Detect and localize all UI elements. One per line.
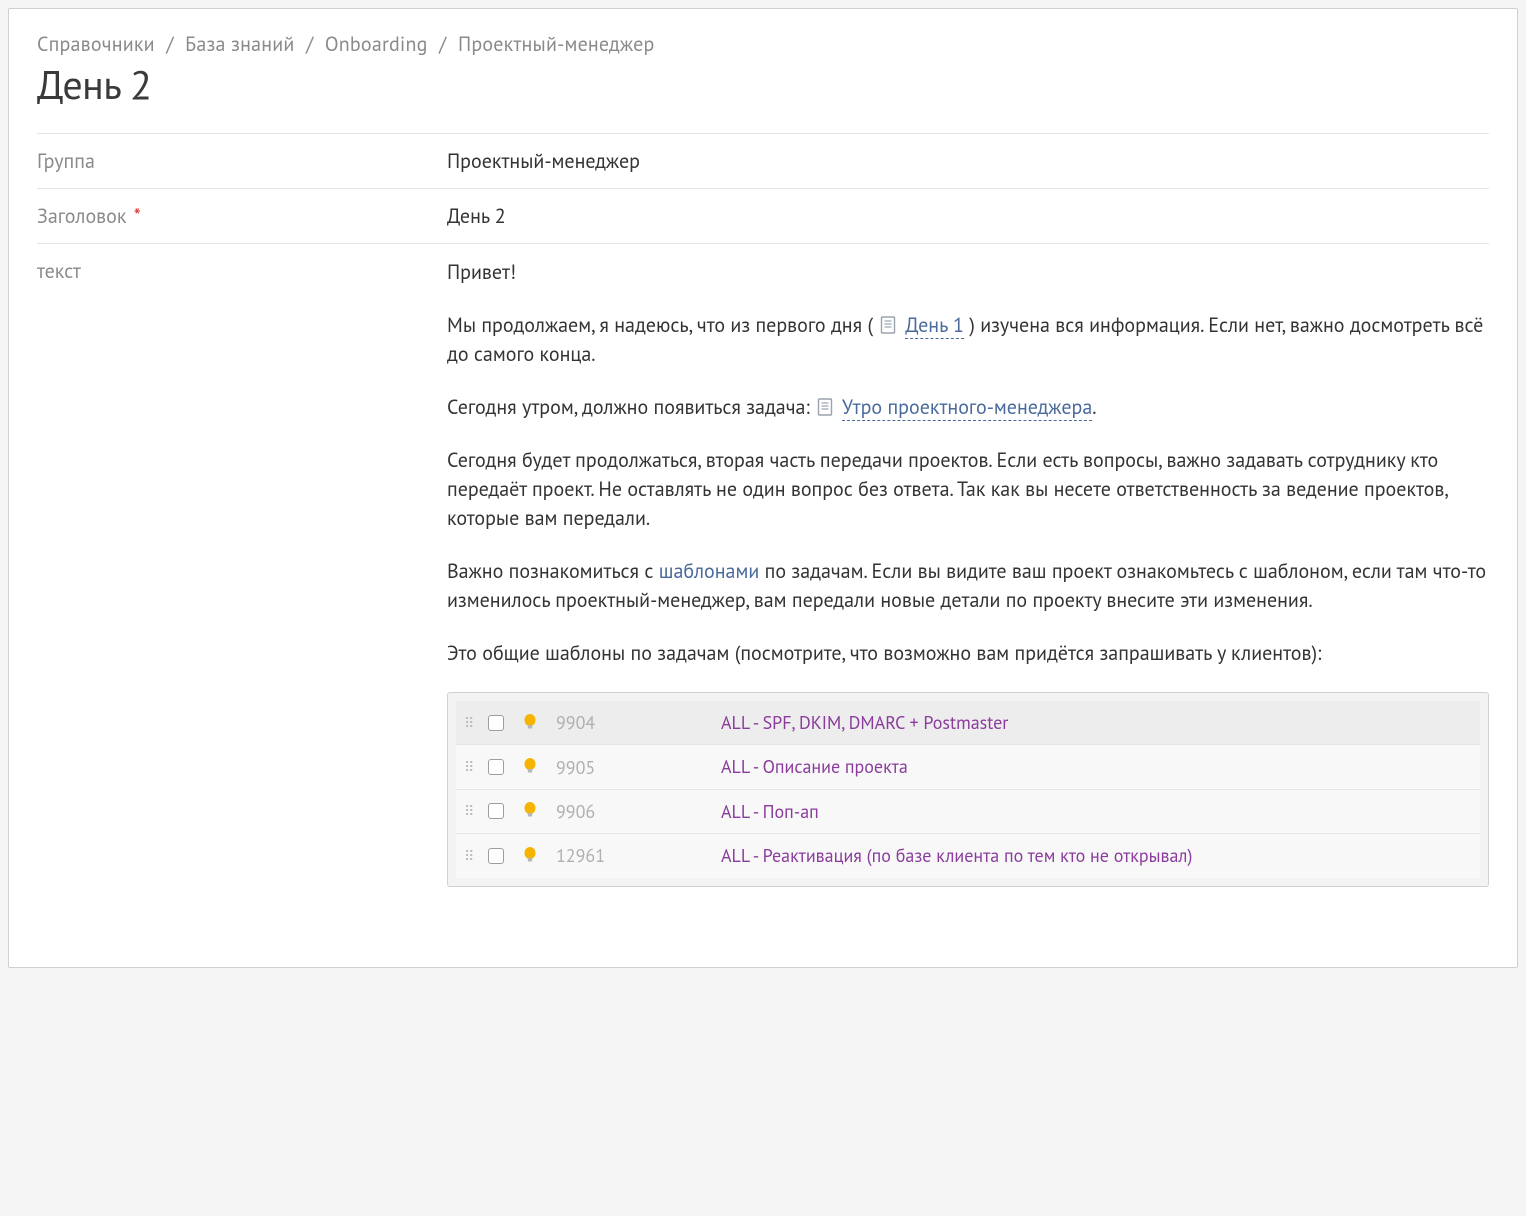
task-list-panel: ⠿ 9904 ALL - SPF, DKIM, DMARC + Postmast… xyxy=(447,692,1489,887)
required-asterisk: * xyxy=(134,203,141,229)
lightbulb-icon xyxy=(522,713,538,733)
lightbulb-icon xyxy=(522,846,538,866)
task-checkbox[interactable] xyxy=(488,803,504,819)
lightbulb-icon xyxy=(522,757,538,777)
breadcrumb-item-0[interactable]: Справочники xyxy=(37,31,155,57)
task-title-link[interactable]: ALL - Описание проекта xyxy=(721,755,1472,778)
field-row-group: Группа Проектный-менеджер xyxy=(37,133,1489,188)
field-label-heading: Заголовок * xyxy=(37,203,447,229)
field-value-heading: День 2 xyxy=(447,203,1489,229)
document-icon xyxy=(880,313,896,331)
task-row: ⠿ 9906 ALL - Поп-ап xyxy=(456,790,1480,834)
page-title: День 2 xyxy=(37,59,1489,111)
breadcrumb-item-2[interactable]: Onboarding xyxy=(325,31,428,57)
task-title-link[interactable]: ALL - Реактивация (по базе клиента по те… xyxy=(721,844,1472,867)
content-p2-before: Мы продолжаем, я надеюсь, что из первого… xyxy=(447,312,878,338)
field-value-group: Проектный-менеджер xyxy=(447,148,1489,174)
drag-handle-icon[interactable]: ⠿ xyxy=(464,764,478,770)
content-p6: Это общие шаблоны по задачам (посмотрите… xyxy=(447,639,1489,668)
task-row: ⠿ 9905 ALL - Описание проекта xyxy=(456,745,1480,789)
content-p5: Важно познакомиться с шаблонами по задач… xyxy=(447,557,1489,615)
task-checkbox[interactable] xyxy=(488,759,504,775)
link-templates[interactable]: шаблонами xyxy=(659,558,760,584)
document-icon xyxy=(817,395,833,413)
field-row-text: текст Привет! Мы продолжаем, я надеюсь, … xyxy=(37,243,1489,901)
drag-handle-icon[interactable]: ⠿ xyxy=(464,808,478,814)
task-id: 9906 xyxy=(556,800,721,823)
drag-handle-icon[interactable]: ⠿ xyxy=(464,720,478,726)
breadcrumb-sep: / xyxy=(306,31,313,57)
content-p3-after: . xyxy=(1092,394,1096,420)
task-id: 12961 xyxy=(556,844,721,867)
task-checkbox[interactable] xyxy=(488,715,504,731)
field-label-heading-text: Заголовок xyxy=(37,203,126,229)
task-id: 9904 xyxy=(556,711,721,734)
link-morning-pm[interactable]: Утро проектного-менеджера xyxy=(842,394,1092,421)
task-title-link[interactable]: ALL - Поп-ап xyxy=(721,800,1472,823)
task-title-link[interactable]: ALL - SPF, DKIM, DMARC + Postmaster xyxy=(721,711,1472,734)
breadcrumb-item-3[interactable]: Проектный-менеджер xyxy=(458,31,655,57)
breadcrumb-item-1[interactable]: База знаний xyxy=(185,31,294,57)
content-p3: Сегодня утром, должно появиться задача: … xyxy=(447,393,1489,422)
page-container: Справочники / База знаний / Onboarding /… xyxy=(8,8,1518,968)
content-p5-before: Важно познакомиться с xyxy=(447,558,659,584)
field-value-text: Привет! Мы продолжаем, я надеюсь, что из… xyxy=(447,258,1489,887)
task-row: ⠿ 9904 ALL - SPF, DKIM, DMARC + Postmast… xyxy=(456,701,1480,745)
content-p3-before: Сегодня утром, должно появиться задача: xyxy=(447,394,815,420)
field-row-heading: Заголовок * День 2 xyxy=(37,188,1489,243)
content-greeting: Привет! xyxy=(447,258,1489,287)
task-row: ⠿ 12961 ALL - Реактивация (по базе клиен… xyxy=(456,834,1480,877)
task-id: 9905 xyxy=(556,756,721,779)
lightbulb-icon xyxy=(522,801,538,821)
breadcrumb-sep: / xyxy=(166,31,173,57)
field-label-text: текст xyxy=(37,258,447,284)
content-p2: Мы продолжаем, я надеюсь, что из первого… xyxy=(447,311,1489,369)
breadcrumb: Справочники / База знаний / Onboarding /… xyxy=(37,31,1489,57)
link-day-1[interactable]: День 1 xyxy=(905,312,964,339)
task-checkbox[interactable] xyxy=(488,848,504,864)
drag-handle-icon[interactable]: ⠿ xyxy=(464,853,478,859)
field-label-group: Группа xyxy=(37,148,447,174)
breadcrumb-sep: / xyxy=(439,31,446,57)
content-p4: Сегодня будет продолжаться, вторая часть… xyxy=(447,446,1489,533)
